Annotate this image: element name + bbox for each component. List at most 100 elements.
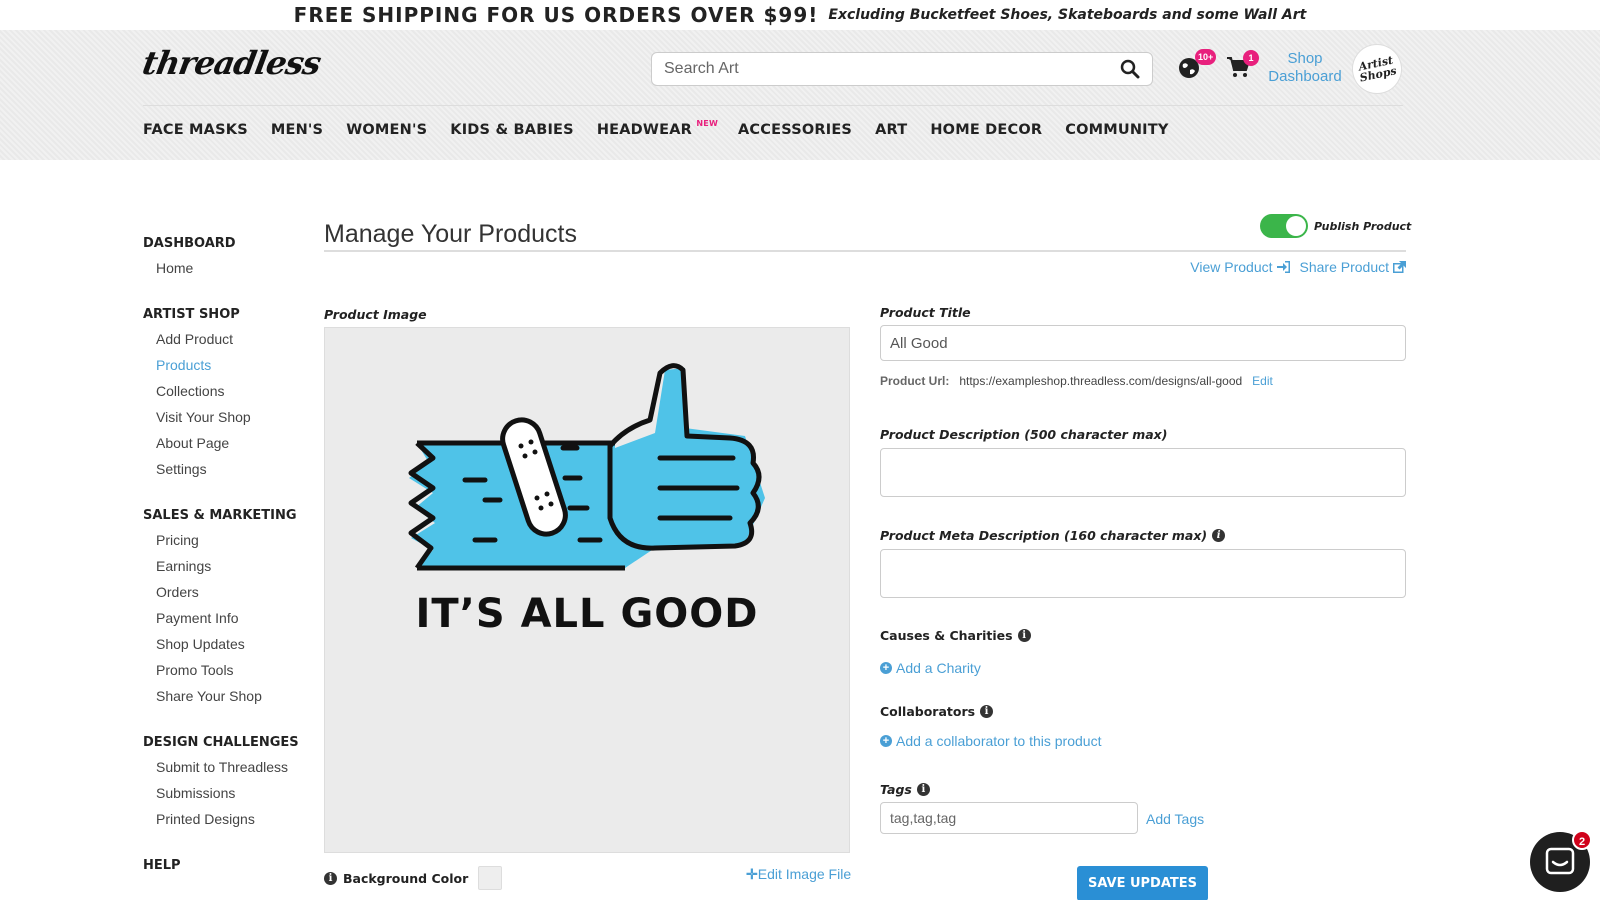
add-tags-button[interactable]: Add Tags bbox=[1146, 811, 1204, 827]
info-icon[interactable]: i bbox=[324, 871, 337, 885]
description-textarea[interactable] bbox=[880, 448, 1406, 497]
sidebar-item-pricing[interactable]: Pricing bbox=[143, 531, 303, 557]
notifications-badge: 10+ bbox=[1195, 49, 1217, 65]
product-url-row: Product Url: https://exampleshop.threadl… bbox=[880, 374, 1273, 388]
add-charity-link[interactable]: + Add a Charity bbox=[880, 660, 981, 676]
collaborators-label-group: Collaborators i bbox=[880, 704, 994, 719]
main-nav: FACE MASKS MEN'S WOMEN'S KIDS & BABIES H… bbox=[143, 119, 1192, 138]
nav-community[interactable]: COMMUNITY bbox=[1065, 122, 1168, 138]
nav-headwear[interactable]: HEADWEAR NEW bbox=[596, 119, 718, 138]
product-url-label: Product Url: bbox=[880, 374, 950, 388]
product-url-edit-link[interactable]: Edit bbox=[1252, 374, 1273, 388]
artwork-text: IT’S ALL GOOD bbox=[415, 591, 759, 637]
sidebar-item-visit-your-shop[interactable]: Visit Your Shop bbox=[143, 408, 303, 434]
product-links: View Product Share Product bbox=[1190, 259, 1406, 275]
tags-input[interactable]: tag,tag,tag bbox=[880, 802, 1138, 834]
sidebar-heading: HELP bbox=[143, 858, 181, 873]
chat-icon bbox=[1545, 847, 1575, 875]
nav-womens[interactable]: WOMEN'S bbox=[346, 122, 427, 138]
dashboard-sidebar: DASHBOARD Home ARTIST SHOP Add Product P… bbox=[143, 236, 303, 895]
search-input[interactable] bbox=[664, 60, 1120, 78]
product-title-input[interactable]: All Good bbox=[880, 325, 1406, 361]
plus-circle-icon: + bbox=[880, 662, 892, 674]
collaborators-label: Collaborators bbox=[880, 704, 976, 719]
product-url-value: https://exampleshop.threadless.com/desig… bbox=[959, 374, 1243, 388]
tags-label: Tags bbox=[880, 782, 912, 797]
sidebar-heading: SALES & MARKETING bbox=[143, 508, 297, 523]
add-collaborator-link[interactable]: + Add a collaborator to this product bbox=[880, 733, 1101, 749]
sidebar-item-submissions[interactable]: Submissions bbox=[143, 784, 303, 810]
sidebar-item-payment-info[interactable]: Payment Info bbox=[143, 609, 303, 635]
info-icon[interactable]: i bbox=[916, 783, 930, 796]
promo-bar: FREE SHIPPING FOR US ORDERS OVER $99! Ex… bbox=[0, 0, 1600, 30]
shop-dashboard-line1: Shop bbox=[1287, 50, 1323, 67]
product-title-label: Product Title bbox=[880, 305, 971, 320]
plus-circle-icon: + bbox=[880, 735, 892, 747]
move-icon: ✛ bbox=[746, 866, 758, 882]
add-charity-label: Add a Charity bbox=[896, 660, 981, 676]
product-image[interactable]: IT’S ALL GOOD bbox=[324, 327, 850, 853]
page-title: Manage Your Products bbox=[324, 220, 577, 248]
shop-dashboard-link[interactable]: Shop Dashboard bbox=[1265, 50, 1345, 86]
sidebar-item-orders[interactable]: Orders bbox=[143, 583, 303, 609]
sidebar-item-share-your-shop[interactable]: Share Your Shop bbox=[143, 687, 303, 713]
sidebar-item-add-product[interactable]: Add Product bbox=[143, 330, 303, 356]
sidebar-item-collections[interactable]: Collections bbox=[143, 382, 303, 408]
new-tag: NEW bbox=[696, 119, 718, 128]
sidebar-item-shop-updates[interactable]: Shop Updates bbox=[143, 635, 303, 661]
share-product-link[interactable]: Share Product bbox=[1299, 259, 1406, 275]
sidebar-item-settings[interactable]: Settings bbox=[143, 460, 303, 486]
search-icon[interactable] bbox=[1120, 59, 1140, 79]
info-icon[interactable]: i bbox=[1212, 529, 1226, 542]
promo-subline: Excluding Bucketfeet Shoes, Skateboards … bbox=[828, 7, 1307, 23]
view-product-label: View Product bbox=[1190, 259, 1273, 275]
chat-badge: 2 bbox=[1572, 830, 1592, 850]
info-icon[interactable]: i bbox=[1017, 629, 1031, 642]
add-collaborator-label: Add a collaborator to this product bbox=[896, 733, 1102, 749]
nav-mens[interactable]: MEN'S bbox=[271, 122, 323, 138]
sidebar-section-help: HELP bbox=[143, 858, 303, 873]
background-color-swatch[interactable] bbox=[478, 866, 503, 890]
view-product-link[interactable]: View Product bbox=[1190, 259, 1290, 275]
sidebar-item-home[interactable]: Home bbox=[143, 259, 303, 285]
share-product-label: Share Product bbox=[1299, 259, 1390, 275]
nav-accessories[interactable]: ACCESSORIES bbox=[738, 122, 852, 138]
search-bar bbox=[651, 52, 1153, 86]
artist-shops-logo[interactable]: Artist Shops bbox=[1347, 39, 1407, 99]
sidebar-section-sales-marketing: SALES & MARKETING Pricing Earnings Order… bbox=[143, 508, 303, 713]
info-icon[interactable]: i bbox=[980, 705, 994, 718]
sidebar-item-promo-tools[interactable]: Promo Tools bbox=[143, 661, 303, 687]
description-label: Product Description (500 character max) bbox=[880, 427, 1168, 442]
edit-image-file-label: Edit Image File bbox=[757, 866, 852, 882]
meta-description-label-group: Product Meta Description (160 character … bbox=[880, 528, 1226, 543]
nav-headwear-label: HEADWEAR bbox=[596, 122, 692, 138]
background-color-control: i Background Color bbox=[324, 866, 503, 890]
sidebar-item-submit-to-threadless[interactable]: Submit to Threadless bbox=[143, 758, 303, 784]
causes-label-group: Causes & Charities i bbox=[880, 628, 1031, 643]
nav-home-decor[interactable]: HOME DECOR bbox=[930, 122, 1042, 138]
nav-face-masks[interactable]: FACE MASKS bbox=[143, 122, 248, 138]
sidebar-item-products[interactable]: Products bbox=[143, 356, 303, 382]
cart-badge: 1 bbox=[1243, 50, 1259, 66]
tags-label-group: Tags i bbox=[880, 782, 930, 797]
sidebar-item-about-page[interactable]: About Page bbox=[143, 434, 303, 460]
artwork-illustration bbox=[408, 363, 765, 571]
external-link-icon bbox=[1393, 261, 1406, 273]
nav-kids-babies[interactable]: KIDS & BABIES bbox=[450, 122, 574, 138]
sidebar-heading: ARTIST SHOP bbox=[143, 307, 240, 322]
meta-description-textarea[interactable] bbox=[880, 549, 1406, 598]
nav-art[interactable]: ART bbox=[875, 122, 907, 138]
sign-in-icon bbox=[1276, 261, 1290, 273]
publish-toggle[interactable] bbox=[1260, 214, 1308, 238]
edit-image-file-link[interactable]: ✛Edit Image File bbox=[746, 866, 851, 883]
publish-toggle-group: Publish Product bbox=[1260, 214, 1411, 238]
sidebar-item-earnings[interactable]: Earnings bbox=[143, 557, 303, 583]
save-updates-button[interactable]: SAVE UPDATES bbox=[1077, 866, 1208, 900]
threadless-logo[interactable]: threadless bbox=[140, 44, 324, 82]
site-header: threadless 10+ 1 Shop Dashboard Artist S… bbox=[0, 30, 1600, 160]
promo-headline: FREE SHIPPING FOR US ORDERS OVER $99! bbox=[293, 3, 819, 27]
causes-label: Causes & Charities bbox=[880, 628, 1013, 643]
sidebar-section-artist-shop: ARTIST SHOP Add Product Products Collect… bbox=[143, 307, 303, 486]
sidebar-heading: DESIGN CHALLENGES bbox=[143, 735, 299, 750]
sidebar-item-printed-designs[interactable]: Printed Designs bbox=[143, 810, 303, 836]
